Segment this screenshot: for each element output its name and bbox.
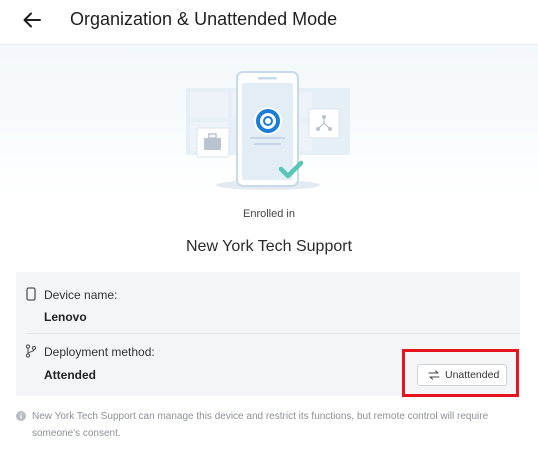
device-name-label: Device name: — [44, 288, 118, 302]
app-window: Organization & Unattended Mode Enrolled … — [0, 0, 538, 468]
nodes-icon — [308, 108, 340, 139]
page-title: Organization & Unattended Mode — [70, 9, 338, 29]
branch-icon — [24, 344, 38, 358]
enrolled-in-label: Enrolled in — [243, 208, 295, 220]
organization-name: New York Tech Support — [185, 238, 353, 255]
header-bar: Organization & Unattended Mode — [0, 0, 538, 45]
deployment-method-label: Deployment method: — [44, 345, 155, 359]
back-button[interactable] — [18, 6, 46, 34]
consent-note-text: New York Tech Support can manage this de… — [32, 411, 489, 439]
card-divider — [26, 333, 520, 334]
hero-illustration-area — [0, 45, 538, 195]
briefcase-icon — [196, 127, 230, 158]
deployment-method-value: Attended — [44, 368, 96, 382]
device-icon — [24, 287, 38, 301]
arrow-left-icon — [23, 12, 41, 28]
info-icon — [16, 411, 26, 421]
device-name-value: Lenovo — [44, 310, 87, 324]
highlight-box — [402, 349, 519, 397]
app-logo-icon — [254, 107, 282, 135]
organization-illustration — [186, 71, 350, 190]
